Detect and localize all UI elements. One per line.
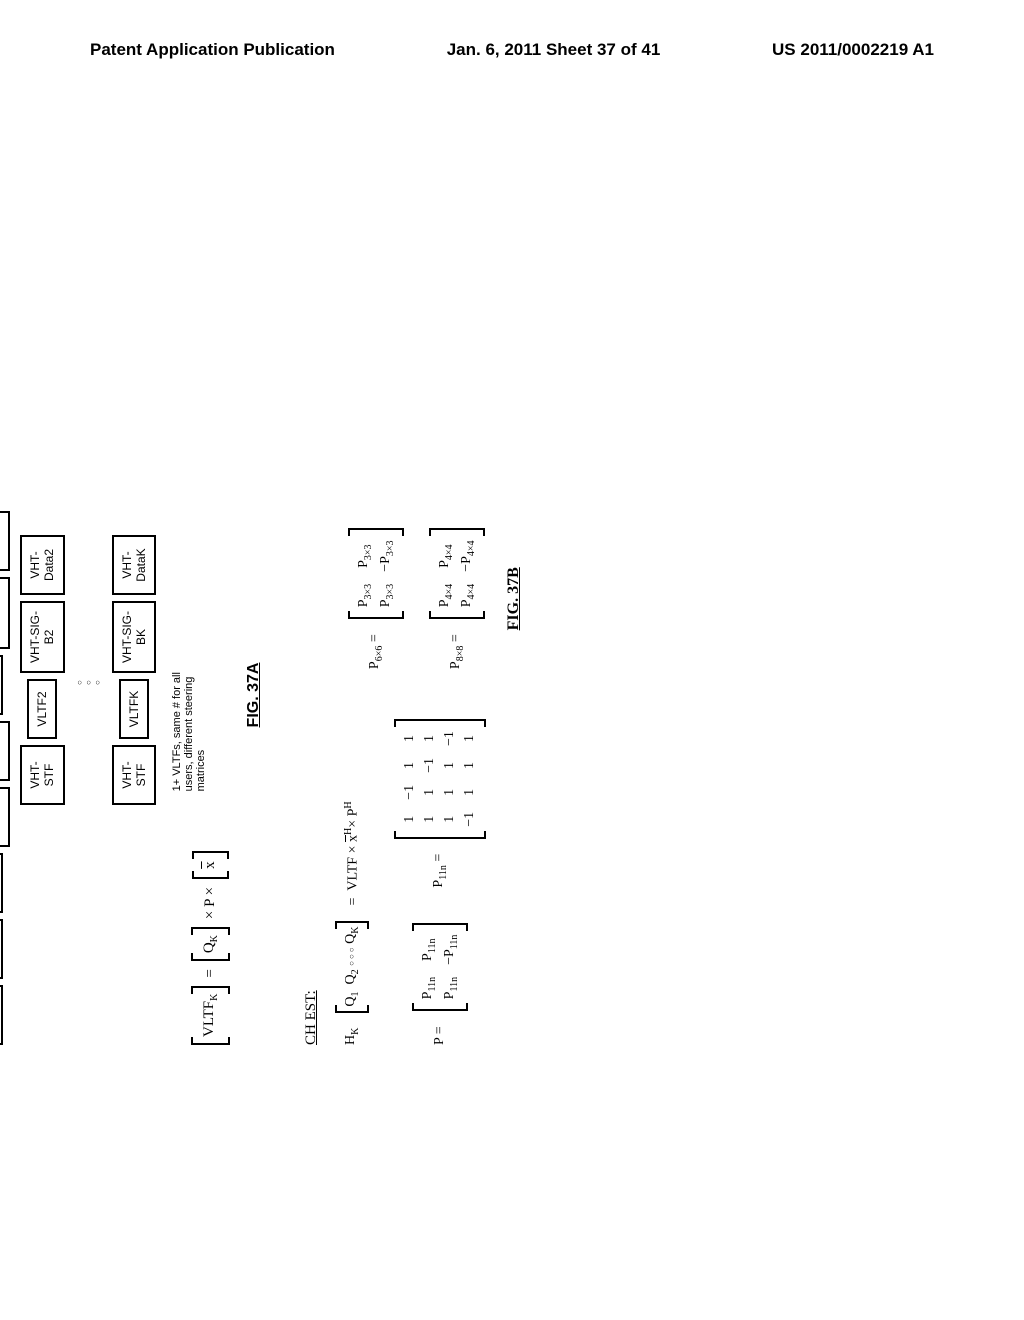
p6x6-equation: P6×6 = P3×3P3×3 P3×3−P3×3 [348,528,404,669]
header-center: Jan. 6, 2011 Sheet 37 of 41 [447,40,661,60]
fig37b-label: FIG. 37B [505,528,523,669]
fig37a-label: FIG. 37A [245,345,263,1045]
box-vltfk: VLTFK [119,679,149,739]
box-vltf2: VLTF2 [27,679,57,739]
box-vhtdata2: VHT-Data2 [20,535,65,595]
header-right: US 2011/0002219 A1 [772,40,934,60]
box-vhtstf1: VHT-STF [0,721,10,781]
box-vhtsigbk: VHT-SIG-BK [112,601,157,673]
box-vhtstf2: VHT-STF [20,745,65,805]
box-vhtdata1: VHT-Data1 [0,511,10,571]
box-vhtsiga: VHT-SIG-A [0,787,10,847]
box-vhtdatak: VHT-DataK [112,535,157,595]
box-lsig: L-SIG [0,853,3,913]
ch-est-equation: HK Q1 Q2 ○ ○ ○ QK = VLTF × xH× PH [335,719,369,1045]
box-vhtstfk: VHT-STF [112,745,157,805]
box-lstf: L-STF [0,985,3,1045]
annotation-text: 1+ VLTFs, same # for all users, differen… [171,651,207,791]
box-vhtsigb1: VHT-SIG-B1 [0,577,10,649]
packet-row-2: VHT-STF VLTF2 VHT-SIG-B2 VHT-Data2 [20,535,65,805]
header-left: Patent Application Publication [90,40,335,60]
vltf-equation: VLTFK = QK × P × x [191,851,230,1045]
box-vhtsigb2: VHT-SIG-B2 [20,601,65,673]
box-vltf1: VLTF1 [0,655,3,715]
packet-row-1: L-STF L-LTF L-SIG VHT-SIG-A VHT-STF VLTF… [0,511,10,1045]
dots-rows: ○○○ [75,676,102,685]
box-lltf: L-LTF [0,919,3,979]
p-matrix-equation: P = P11nP11n P11n−P11n P11n = 1−111 11−1… [394,719,486,1045]
ch-est-label: CH EST: [303,719,320,1045]
packet-row-k: VHT-STF VLTFK VHT-SIG-BK VHT-DataK [112,535,157,805]
p8x8-equation: P8×8 = P4×4P4×4 P4×4−P4×4 [429,528,485,669]
